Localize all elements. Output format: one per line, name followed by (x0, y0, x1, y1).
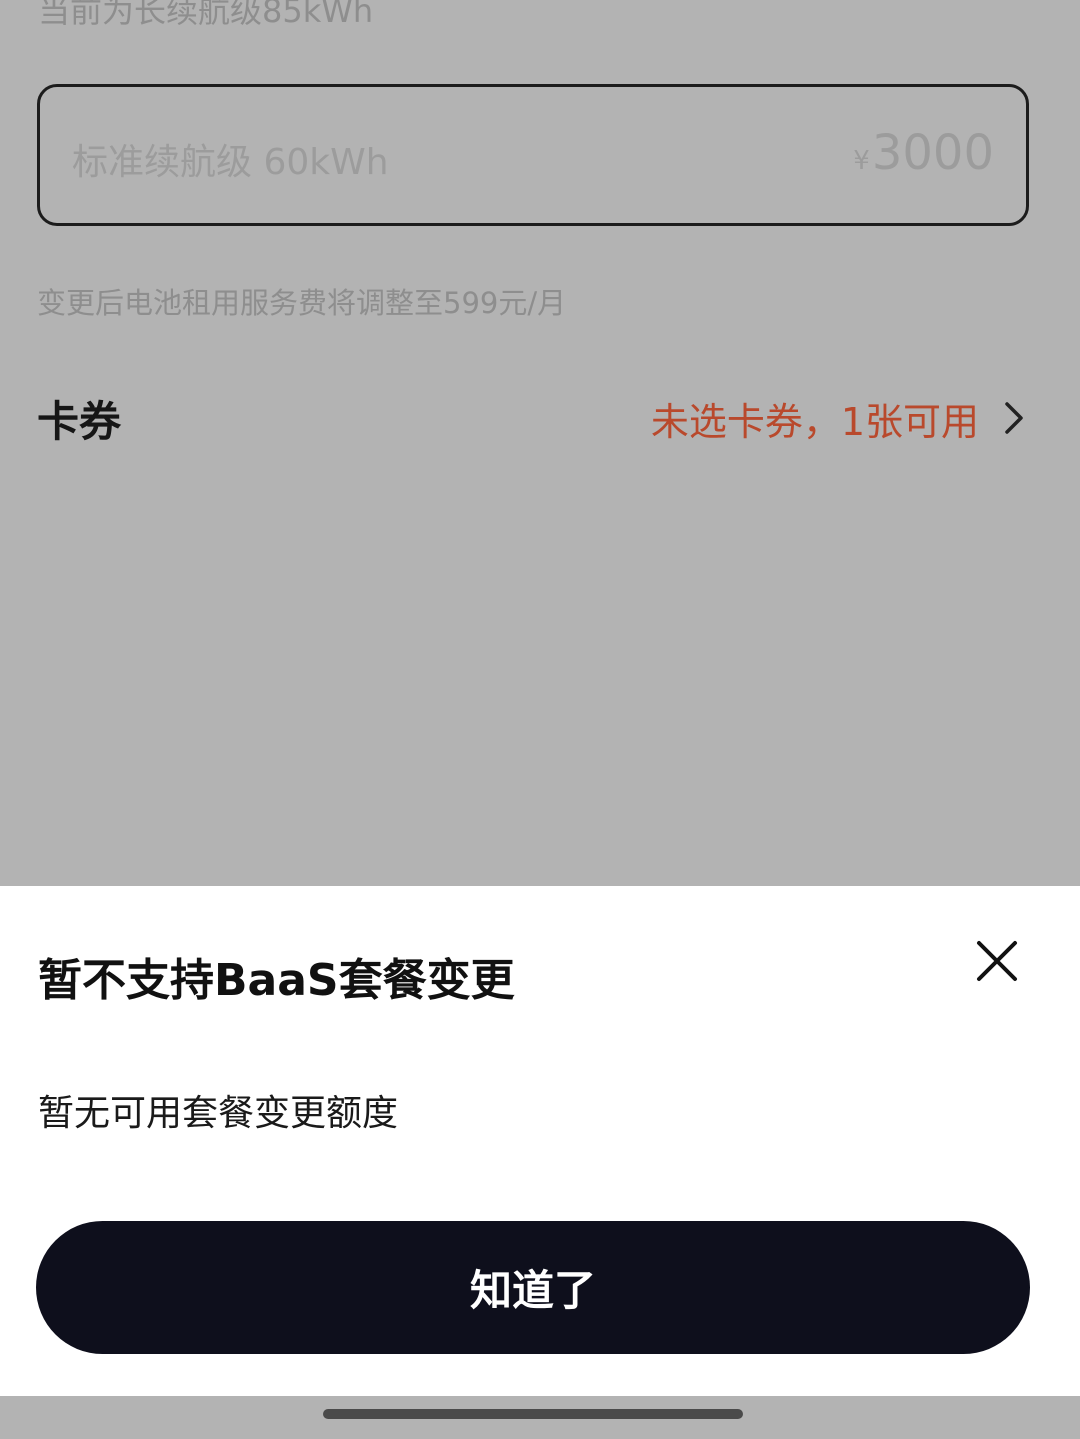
close-icon-glyph (977, 941, 1017, 981)
home-indicator-area (0, 1396, 1080, 1439)
confirm-button[interactable]: 知道了 (36, 1221, 1030, 1354)
close-icon[interactable] (970, 934, 1024, 988)
coupon-row[interactable]: 卡券 未选卡券，1张可用 (37, 385, 1029, 451)
coupon-status-group[interactable]: 未选卡券，1张可用 (651, 391, 1029, 446)
home-indicator[interactable] (323, 1409, 743, 1419)
screen: 当前为长续航级85kWh 标准续航级 60kWh ¥ 3000 变更后电池租用服… (0, 0, 1080, 1439)
background-page: 当前为长续航级85kWh 标准续航级 60kWh ¥ 3000 变更后电池租用服… (0, 0, 1080, 886)
price-amount: 3000 (871, 125, 994, 181)
sheet-message: 暂无可用套餐变更额度 (38, 1093, 399, 1134)
coupon-status: 未选卡券，1张可用 (650, 399, 979, 444)
bottom-sheet: 暂不支持BaaS套餐变更 暂无可用套餐变更额度 知道了 (0, 886, 1080, 1396)
option-name: 标准续航级 60kWh (72, 142, 389, 183)
option-price: ¥ 3000 (853, 125, 994, 181)
current-plan-text: 当前为长续航级85kWh (38, 0, 374, 30)
sheet-title: 暂不支持BaaS套餐变更 (38, 955, 515, 1006)
battery-option-card[interactable]: 标准续航级 60kWh ¥ 3000 (37, 84, 1029, 226)
coupon-label: 卡券 (37, 396, 122, 446)
chevron-right-icon (1005, 402, 1023, 434)
currency-symbol: ¥ (853, 146, 870, 176)
fee-note: 变更后电池租用服务费将调整至599元/月 (37, 286, 567, 320)
